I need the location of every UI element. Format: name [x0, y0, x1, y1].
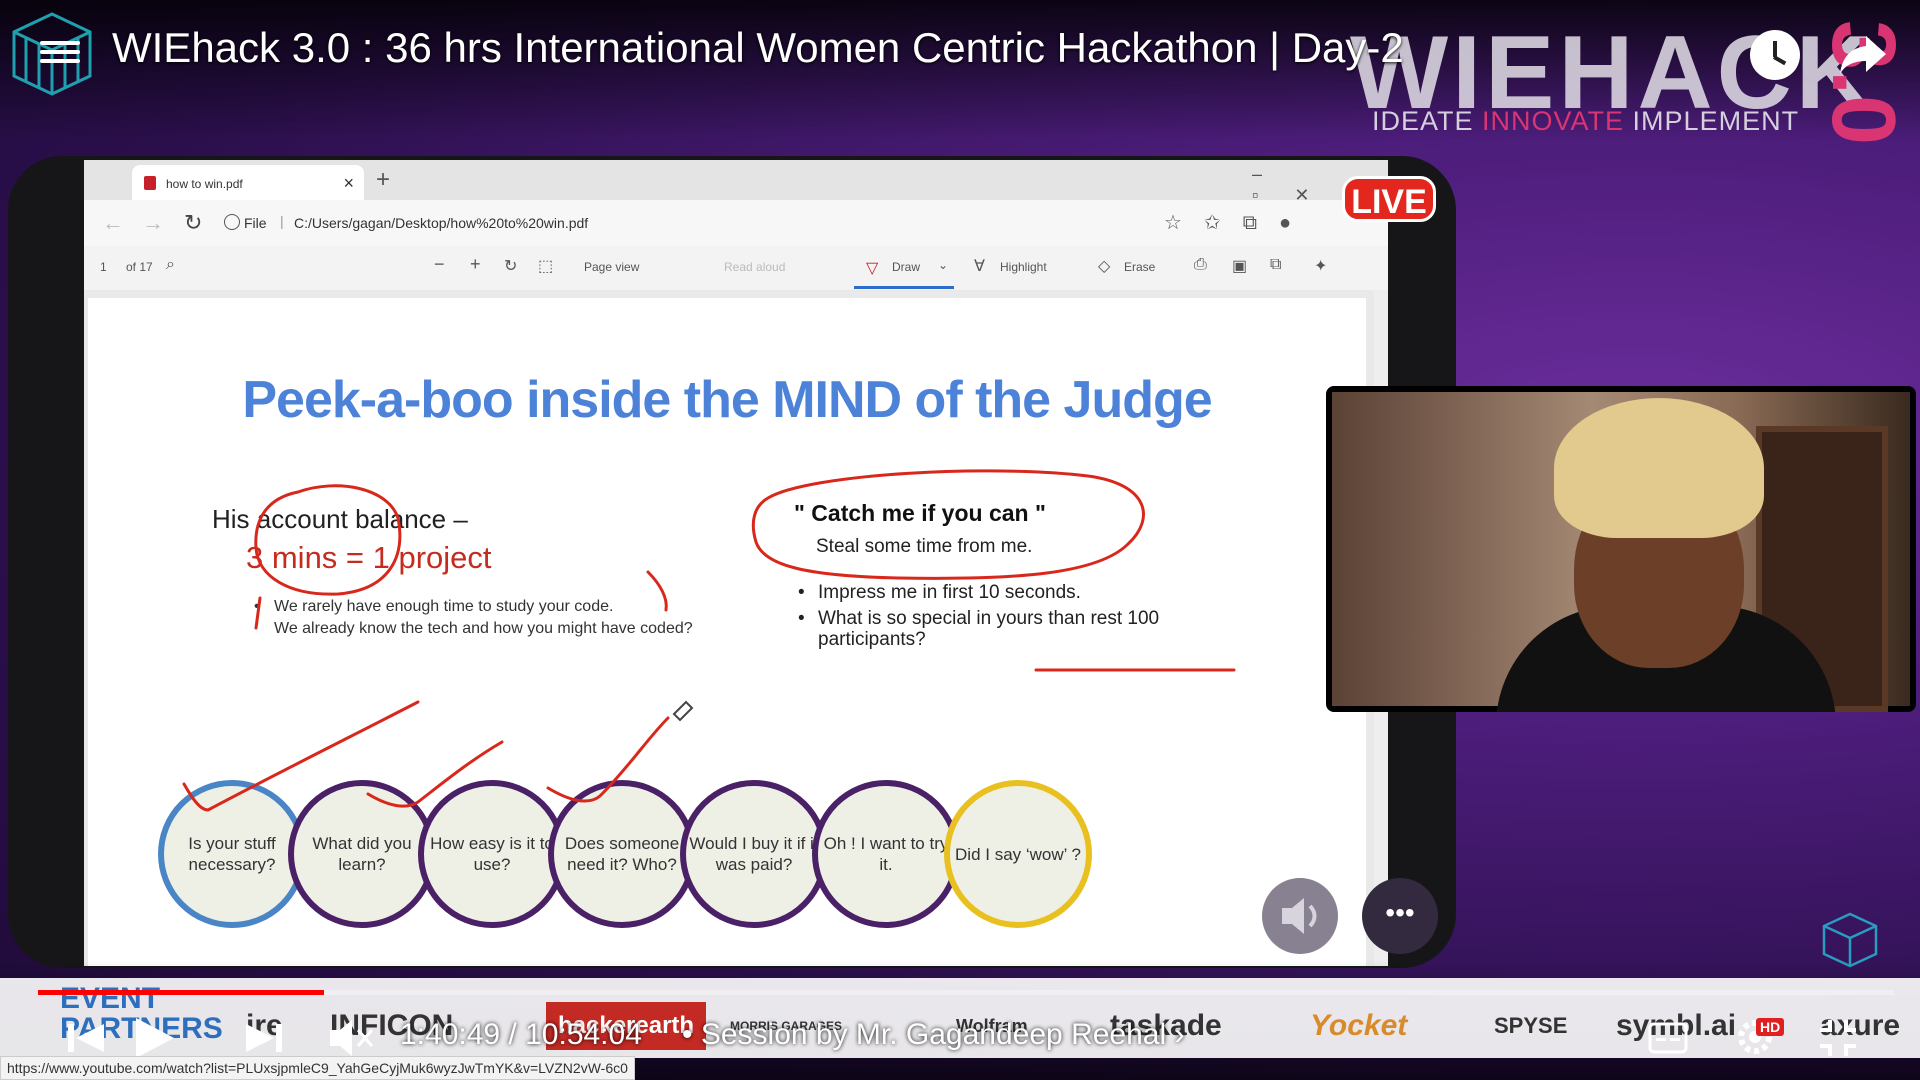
chapter-text: • Session by Mr. Gagandeep Reehal: [682, 1018, 1167, 1051]
chapter-title[interactable]: • Session by Mr. Gagandeep Reehal ›: [682, 1018, 1184, 1052]
print-icon[interactable]: ⎙: [1194, 256, 1207, 274]
page-number-input[interactable]: 1: [100, 260, 107, 274]
forward-arrow-icon[interactable]: →: [142, 210, 164, 236]
tagline-implement: IMPLEMENT: [1624, 106, 1800, 136]
step-circle: Oh ! I want to try it.: [812, 780, 960, 928]
rotate-icon[interactable]: ↻: [504, 256, 517, 276]
next-icon[interactable]: [240, 1018, 290, 1058]
pdf-slide: Peek-a-boo inside the MIND of the Judge …: [88, 298, 1366, 966]
judging-steps: Is your stuff necessary? What did you lea…: [88, 298, 1366, 966]
brand-tagline: IDEATE INNOVATE IMPLEMENT: [1372, 106, 1799, 137]
tagline-ideate: IDEATE: [1372, 106, 1483, 136]
step-circle: What did you learn?: [288, 780, 436, 928]
step-circle: Is your stuff necessary?: [158, 780, 306, 928]
page-count: of 17: [126, 260, 153, 274]
back-arrow-icon[interactable]: ←: [102, 210, 124, 236]
new-tab-icon[interactable]: +: [376, 166, 390, 194]
eraser-icon[interactable]: ◇: [1098, 256, 1110, 276]
step-circle: Did I say ‘wow’ ?: [944, 780, 1092, 928]
url-text: C:/Users/gagan/Desktop/how%20to%20win.pd…: [294, 215, 589, 231]
more-options-button[interactable]: •••: [1362, 878, 1438, 954]
pdf-icon: [144, 176, 156, 190]
zoom-out-icon[interactable]: −: [434, 254, 445, 275]
url-field[interactable]: File | C:/Users/gagan/Desktop/how%20to%2…: [220, 208, 1180, 238]
time-current: 1:40:49: [400, 1018, 501, 1051]
browser-tab[interactable]: how to win.pdf ×: [132, 165, 364, 200]
draw-label: Draw: [892, 260, 921, 274]
previous-icon[interactable]: [60, 1018, 110, 1058]
page-view-button[interactable]: Page view: [584, 260, 639, 274]
status-bar-url: https://www.youtube.com/watch?list=PLUxs…: [0, 1056, 635, 1080]
tagline-innovate: INNOVATE: [1482, 106, 1625, 136]
speaker-turban: [1554, 398, 1764, 538]
muted-volume-icon[interactable]: [326, 1016, 376, 1060]
highlight-icon[interactable]: ∀: [974, 256, 985, 276]
pin-icon[interactable]: ✦: [1314, 256, 1327, 276]
draw-tool-button[interactable]: ▽ Draw ⌄: [854, 252, 954, 289]
subtitles-icon[interactable]: [1646, 1016, 1690, 1060]
highlight-button[interactable]: Highlight: [1000, 260, 1047, 274]
erase-button[interactable]: Erase: [1124, 260, 1155, 274]
tab-title: how to win.pdf: [166, 177, 243, 191]
share-arrow-icon[interactable]: [1836, 30, 1890, 80]
tab-close-icon[interactable]: ×: [343, 173, 354, 194]
info-icon[interactable]: [224, 214, 240, 230]
screen-share-browser: how to win.pdf × + ‒▫✕ ← → ↻ File | C:/U…: [84, 160, 1388, 966]
draw-pen-icon: ▽: [866, 260, 879, 277]
save-icon[interactable]: ▣: [1232, 256, 1247, 276]
chevron-right-icon: ›: [1174, 1018, 1185, 1051]
fit-page-icon[interactable]: ⬚: [538, 256, 553, 276]
url-separator: |: [280, 213, 284, 229]
file-scheme-label: File: [244, 215, 267, 231]
progress-played: [38, 990, 324, 995]
browser-tab-strip: how to win.pdf × + ‒▫✕: [84, 160, 1388, 205]
exit-fullscreen-icon[interactable]: [1816, 1016, 1860, 1060]
watch-later-clock-icon[interactable]: [1750, 30, 1800, 80]
volume-overlay-icon[interactable]: [1262, 878, 1338, 954]
reload-icon[interactable]: ↻: [184, 210, 202, 236]
step-circle: Would I buy it if it was paid?: [680, 780, 828, 928]
save-as-icon[interactable]: ⧉: [1270, 256, 1281, 274]
chevron-down-icon: ⌄: [938, 258, 949, 272]
time-separator: /: [500, 1018, 526, 1051]
zoom-in-icon[interactable]: +: [470, 254, 481, 275]
hd-badge: HD: [1756, 1018, 1785, 1036]
play-icon[interactable]: [128, 1014, 180, 1062]
time-total: 10:54:04: [525, 1018, 642, 1051]
live-badge: LIVE: [1342, 176, 1436, 222]
address-bar-icons[interactable]: ☆✩⧉●: [1164, 210, 1313, 235]
time-display: 1:40:49 / 10:54:04: [400, 1018, 642, 1052]
playlist-menu-icon[interactable]: [40, 36, 80, 72]
search-icon[interactable]: ⌕: [166, 256, 175, 274]
step-circle: Does someone need it? Who?: [548, 780, 696, 928]
pdf-toolbar: 1 of 17 ⌕ − + ↻ ⬚ Page view Read aloud ▽…: [84, 246, 1388, 291]
video-title[interactable]: WIEhack 3.0 : 36 hrs International Women…: [112, 24, 1404, 72]
read-aloud-button[interactable]: Read aloud: [724, 260, 785, 274]
speaker-webcam: [1326, 386, 1916, 712]
address-bar: ← → ↻ File | C:/Users/gagan/Desktop/how%…: [84, 200, 1388, 246]
partners-label-line1: EVENT: [60, 982, 161, 1015]
step-circle: How easy is it to use?: [418, 780, 566, 928]
